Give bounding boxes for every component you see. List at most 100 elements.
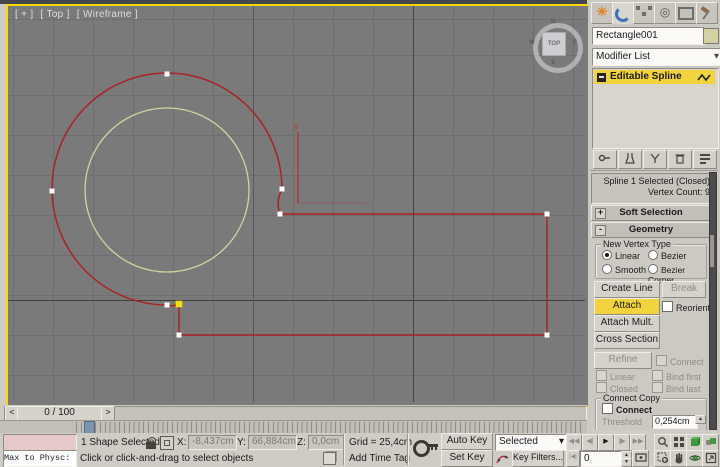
show-end-result-button[interactable] bbox=[618, 150, 642, 169]
zoom-extents-all-button[interactable] bbox=[702, 434, 719, 451]
maxscript-mini-listener-macro[interactable] bbox=[3, 434, 77, 451]
object-inner-circle[interactable] bbox=[84, 107, 250, 273]
z-coord-field[interactable]: 0,0cm bbox=[308, 435, 345, 450]
set-key-button[interactable]: Set Key bbox=[441, 450, 493, 467]
spline-vertex[interactable] bbox=[544, 332, 550, 338]
viewcube-top-face[interactable]: TOP bbox=[542, 32, 566, 56]
key-filters-curve-icon[interactable] bbox=[496, 452, 510, 465]
y-coord-field[interactable]: 66,884cm bbox=[248, 435, 297, 450]
radio-bezier[interactable]: Bezier bbox=[648, 250, 687, 261]
viewcube-west[interactable]: W bbox=[529, 40, 535, 46]
spline-vertex[interactable] bbox=[176, 332, 182, 338]
isolate-cube-icon[interactable] bbox=[323, 452, 336, 465]
bind-last-checkbox-box[interactable] bbox=[652, 382, 663, 393]
radio-bezier-corner-dot[interactable] bbox=[648, 264, 658, 274]
reorient-checkbox-box[interactable] bbox=[662, 301, 673, 312]
selected-spline[interactable] bbox=[51, 72, 548, 336]
linear-checkbox[interactable]: Linear bbox=[596, 370, 635, 382]
viewport-menu-pov[interactable]: [ Top ] bbox=[41, 9, 70, 20]
attach-button[interactable]: Attach bbox=[594, 298, 660, 315]
bind-first-checkbox-box[interactable] bbox=[652, 370, 663, 381]
go-to-start-button[interactable]: ◀◀ bbox=[566, 434, 582, 451]
absolute-mode-toggle[interactable] bbox=[160, 436, 174, 450]
panel-scrollbar-thumb[interactable] bbox=[710, 235, 714, 267]
cross-section-button[interactable]: Cross Section bbox=[594, 332, 660, 349]
spline-vertex[interactable] bbox=[164, 302, 170, 308]
pan-hand-button[interactable] bbox=[670, 450, 687, 467]
make-unique-button[interactable] bbox=[643, 150, 667, 169]
threshold-value-field[interactable]: 0,254cm bbox=[652, 415, 698, 429]
stack-item-editable-spline[interactable]: Editable Spline bbox=[594, 70, 715, 84]
viewcube-south[interactable]: S bbox=[551, 60, 555, 66]
current-frame-field[interactable]: 0 bbox=[580, 451, 625, 467]
bind-first-checkbox[interactable]: Bind first bbox=[652, 370, 701, 382]
time-next-button[interactable]: > bbox=[101, 406, 115, 421]
previous-frame-button[interactable]: ◀| bbox=[582, 434, 598, 451]
viewport-menu-shading[interactable]: [ Wireframe ] bbox=[77, 9, 138, 20]
rollout-soft-selection[interactable]: + Soft Selection bbox=[591, 205, 711, 221]
viewcube-north[interactable]: N bbox=[551, 19, 555, 25]
rollout-geometry[interactable]: - Geometry bbox=[591, 222, 711, 238]
frame-spinner-down[interactable]: ▼ bbox=[621, 458, 632, 467]
go-to-end-button[interactable]: ▶▶ bbox=[630, 434, 646, 451]
reorient-checkbox[interactable]: Reorient bbox=[662, 301, 710, 313]
time-slider-handle[interactable]: 0 / 100 bbox=[17, 406, 102, 421]
connect-copy-checkbox-box[interactable] bbox=[602, 403, 613, 414]
key-mode-toggle[interactable]: |◀| bbox=[566, 450, 580, 467]
closed-checkbox-box[interactable] bbox=[596, 382, 607, 393]
linear-checkbox-box[interactable] bbox=[596, 370, 607, 381]
viewport-menu-general[interactable]: [ + ] bbox=[15, 9, 33, 20]
pin-stack-button[interactable] bbox=[593, 150, 617, 169]
viewcube-east[interactable]: E bbox=[573, 40, 577, 46]
modifier-list-dropdown[interactable]: Modifier List ▾ bbox=[592, 48, 720, 66]
attach-mult-button[interactable]: Attach Mult. bbox=[594, 315, 660, 332]
selection-lock-body[interactable] bbox=[146, 442, 156, 449]
radio-linear-dot[interactable] bbox=[602, 250, 612, 260]
tab-utilities[interactable] bbox=[696, 2, 718, 24]
spline-vertex[interactable] bbox=[49, 188, 55, 194]
object-name-field[interactable]: Rectangle001 bbox=[592, 27, 705, 45]
next-frame-button[interactable]: |▶ bbox=[614, 434, 630, 451]
tab-create[interactable]: ✳ bbox=[591, 2, 613, 24]
connect-checkbox-box[interactable] bbox=[656, 355, 667, 366]
refine-button[interactable]: Refine bbox=[594, 352, 652, 369]
break-button[interactable]: Break bbox=[662, 281, 706, 298]
zoom-all-button[interactable] bbox=[670, 434, 687, 451]
play-button[interactable]: ▶ bbox=[598, 434, 614, 451]
radio-bezier-dot[interactable] bbox=[648, 250, 658, 260]
set-key-toggle-icon[interactable] bbox=[413, 440, 430, 457]
radio-smooth[interactable]: Smooth bbox=[602, 264, 646, 275]
zoom-extents-button[interactable] bbox=[686, 434, 703, 451]
threshold-spinner-up[interactable]: ▲ bbox=[695, 415, 706, 424]
radio-linear[interactable]: Linear bbox=[602, 250, 640, 261]
connect-copy-checkbox[interactable]: Connect bbox=[602, 403, 652, 415]
tab-motion[interactable]: ◎ bbox=[654, 2, 676, 24]
key-filters-button[interactable]: Key Filters... bbox=[512, 450, 564, 467]
object-color-swatch[interactable] bbox=[703, 28, 719, 44]
orbit-button[interactable] bbox=[686, 450, 703, 467]
add-time-tag[interactable]: Add Time Tag bbox=[349, 453, 410, 464]
viewcube[interactable]: N S E W TOP bbox=[529, 19, 583, 73]
x-coord-field[interactable]: -8,437cm bbox=[188, 435, 237, 450]
maxscript-mini-listener-output[interactable]: Max to Physc: bbox=[3, 450, 77, 467]
tab-display[interactable] bbox=[675, 2, 697, 24]
spline-vertex[interactable] bbox=[277, 211, 283, 217]
selection-set-dropdown[interactable]: Selected ▾ bbox=[495, 434, 567, 451]
viewport-top[interactable]: y x z [ + ] [ Top ] [ Wireframe ] N S E … bbox=[6, 4, 591, 408]
create-line-button[interactable]: Create Line bbox=[594, 281, 660, 298]
configure-modifier-sets-button[interactable] bbox=[693, 150, 717, 169]
zoom-region-button[interactable] bbox=[654, 450, 671, 467]
radio-smooth-dot[interactable] bbox=[602, 264, 612, 274]
spline-vertex-selected[interactable] bbox=[175, 300, 183, 308]
maximize-viewport-toggle[interactable] bbox=[702, 450, 719, 467]
spline-vertex[interactable] bbox=[164, 71, 170, 77]
zoom-button[interactable] bbox=[654, 434, 671, 451]
spline-vertex[interactable] bbox=[544, 211, 550, 217]
modifier-stack[interactable]: Editable Spline bbox=[592, 68, 719, 149]
tab-hierarchy[interactable] bbox=[633, 2, 655, 24]
spline-vertex[interactable] bbox=[279, 186, 285, 192]
remove-modifier-button[interactable] bbox=[668, 150, 692, 169]
panel-scrollbar[interactable] bbox=[709, 172, 717, 430]
time-configuration-button[interactable] bbox=[632, 450, 649, 467]
connect-checkbox[interactable]: Connect bbox=[656, 355, 704, 367]
